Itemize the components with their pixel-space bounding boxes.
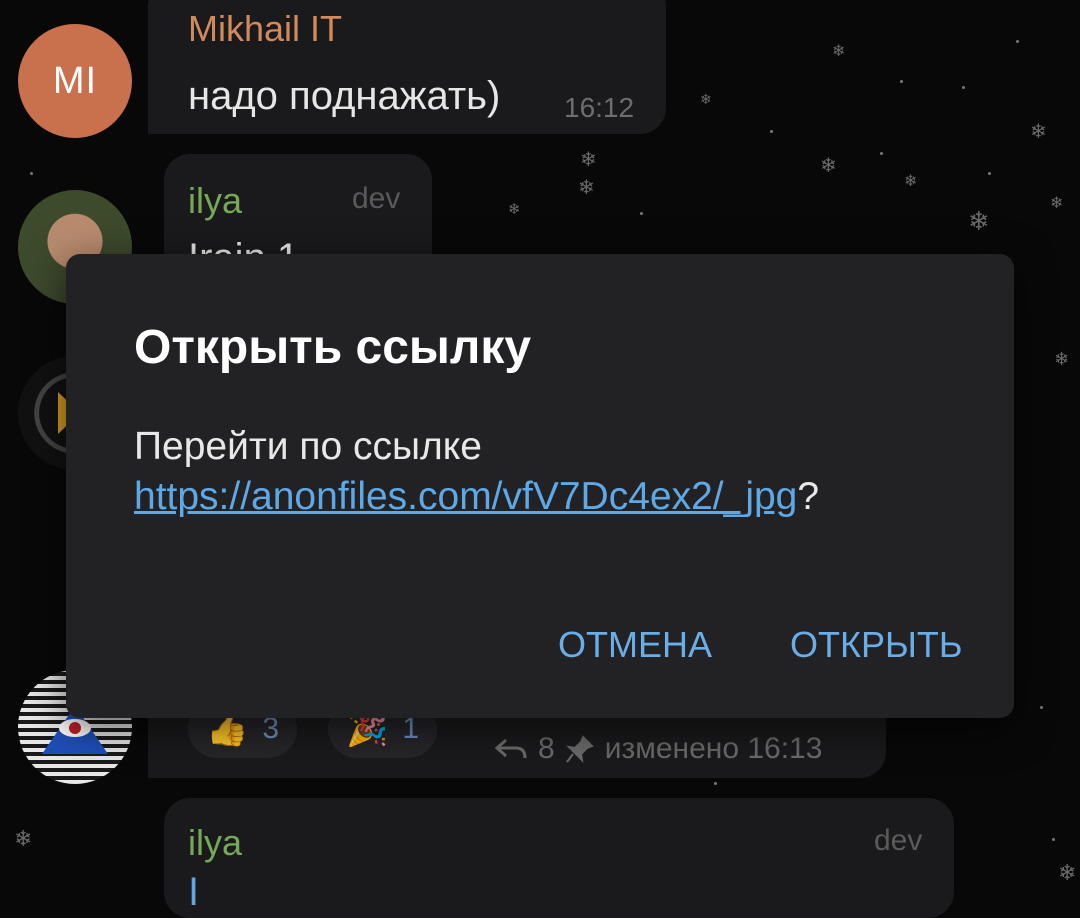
chat-background: ❄ ❄ ❄ ❄ ❄ ❄ ❄ ❄ ❄ ❄ ❄ ❄ ❄ MI Mikhail IT … (0, 0, 1080, 918)
message-meta: 8 изменено 16:13 (494, 732, 822, 766)
snow-dot (1040, 706, 1043, 709)
snowflake-icon: ❄ (1030, 121, 1047, 143)
reply-arrow-icon (494, 738, 527, 759)
snow-dot (880, 152, 883, 155)
snowflake-icon: ❄ (578, 177, 595, 199)
snowflake-icon: ❄ (832, 43, 846, 60)
sender-name[interactable]: Mikhail IT (188, 8, 342, 50)
message-bubble[interactable]: Mikhail IT надо поднажать) 16:12 (148, 0, 666, 134)
snow-dot (962, 86, 965, 89)
snow-dot (714, 782, 717, 785)
snow-dot (1016, 40, 1019, 43)
cancel-button[interactable]: ОТМЕНА (558, 624, 712, 666)
snowflake-icon: ❄ (968, 206, 990, 236)
sender-name[interactable]: ilya (188, 180, 242, 222)
message-time: 16:12 (564, 92, 635, 123)
snowflake-icon: ❄ (820, 155, 837, 177)
message-text: надо поднажать) (188, 74, 501, 118)
open-link-dialog: Открыть ссылку Перейти по ссылке https:/… (66, 254, 1014, 718)
dialog-message: Перейти по ссылке https://anonfiles.com/… (134, 422, 954, 522)
snow-dot (770, 130, 773, 133)
avatar-initials: MI (52, 59, 98, 102)
reply-count: 8 (538, 732, 555, 765)
sender-role: dev (874, 824, 923, 857)
snowflake-icon: ❄ (580, 149, 597, 171)
snow-dot (30, 172, 33, 175)
snow-dot (900, 80, 903, 83)
sender-name[interactable]: ilya (188, 822, 242, 864)
snowflake-icon: ❄ (508, 201, 521, 218)
dialog-prompt: Перейти по ссылке (134, 425, 482, 468)
dialog-question-mark: ? (797, 475, 820, 518)
pin-icon (565, 735, 594, 763)
message-bubble[interactable]: ilya dev I (164, 798, 954, 918)
snowflake-icon: ❄ (1058, 860, 1077, 885)
edited-time: изменено 16:13 (604, 732, 823, 765)
open-button[interactable]: ОТКРЫТЬ (790, 624, 962, 666)
snow-dot (640, 212, 643, 215)
sender-role: dev (352, 182, 401, 215)
dialog-url[interactable]: https://anonfiles.com/vfV7Dc4ex2/_jpg (134, 475, 797, 518)
snowflake-icon: ❄ (700, 91, 712, 107)
snowflake-icon: ❄ (1054, 349, 1070, 369)
dialog-title: Открыть ссылку (134, 321, 532, 374)
snowflake-icon: ❄ (904, 173, 918, 190)
snowflake-icon: ❄ (1050, 195, 1064, 212)
snow-dot (988, 172, 991, 175)
message-text: I (188, 870, 200, 914)
avatar[interactable]: MI (18, 24, 132, 138)
snowflake-icon: ❄ (14, 826, 33, 851)
snow-dot (1052, 838, 1055, 841)
